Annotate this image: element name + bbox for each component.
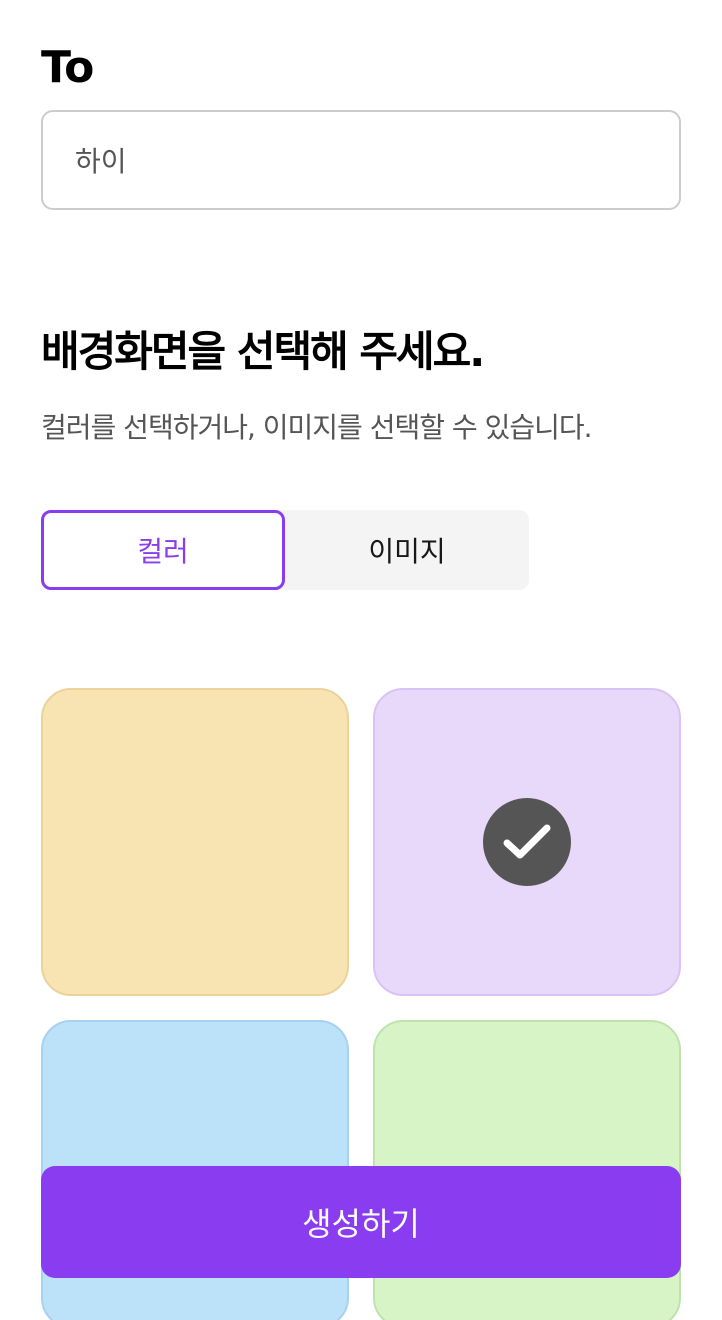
check-icon-glyph xyxy=(503,824,551,859)
create-button[interactable]: 생성하기 xyxy=(41,1166,681,1278)
toggle-color-button[interactable]: 컬러 xyxy=(41,510,285,590)
check-icon xyxy=(483,798,571,886)
toggle-image-button[interactable]: 이미지 xyxy=(285,510,529,590)
page: To 배경화면을 선택해 주세요. 컬러를 선택하거나, 이미지를 선택할 수 … xyxy=(0,0,722,1320)
background-section-title: 배경화면을 선택해 주세요. xyxy=(41,327,485,376)
background-type-toggle: 컬러 이미지 xyxy=(41,510,529,590)
color-swatch-purple[interactable] xyxy=(373,688,681,996)
to-input[interactable] xyxy=(41,110,681,210)
to-label: To xyxy=(41,42,94,93)
color-swatch-beige[interactable] xyxy=(41,688,349,996)
background-section-description: 컬러를 선택하거나, 이미지를 선택할 수 있습니다. xyxy=(41,411,593,444)
